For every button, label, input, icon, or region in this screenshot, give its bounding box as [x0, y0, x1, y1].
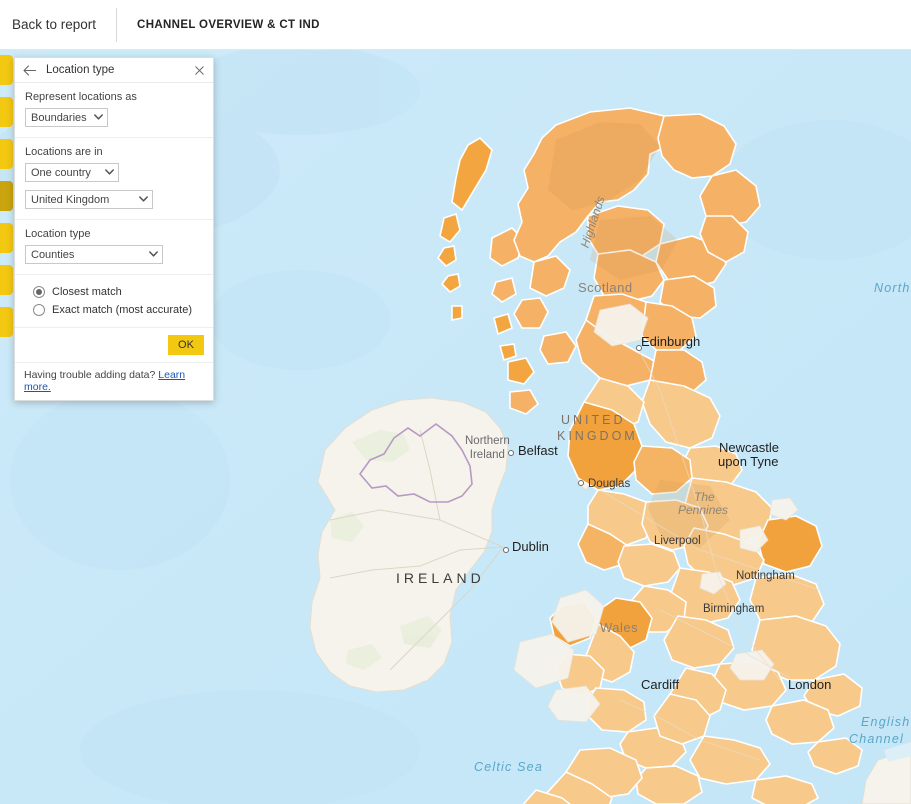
app-header: Back to report CHANNEL OVERVIEW & CT IND [0, 0, 911, 50]
match-option-label: Closest match [52, 286, 122, 298]
header-divider [116, 7, 118, 42]
chevron-down-icon [139, 195, 148, 204]
chevron-down-icon [93, 113, 103, 122]
represent-locations-value: Boundaries [31, 111, 87, 124]
locations-scope-select[interactable]: One country [25, 163, 119, 182]
visual-tab-4[interactable] [0, 181, 13, 211]
chevron-down-icon [105, 168, 114, 177]
back-to-report-button[interactable]: Back to report [0, 0, 112, 50]
visual-tab-1[interactable] [0, 55, 13, 85]
visual-tab-2[interactable] [0, 97, 13, 127]
radio-icon [33, 304, 45, 316]
dialog-footer: Having trouble adding data? Learn more. [15, 363, 213, 400]
city-marker-icon [636, 345, 642, 351]
location-type-section: Location type Counties [15, 220, 213, 275]
chevron-down-icon [149, 250, 158, 259]
ok-button[interactable]: OK [168, 335, 204, 355]
dialog-actions: OK [15, 328, 213, 363]
city-marker-icon [503, 547, 509, 553]
close-icon[interactable] [192, 63, 206, 77]
match-option-label: Exact match (most accurate) [52, 304, 192, 316]
match-mode-radio-group: Closest match Exact match (most accurate) [15, 275, 213, 328]
locations-in-label: Locations are in [25, 146, 103, 158]
city-marker-icon [578, 480, 584, 486]
represent-locations-select[interactable]: Boundaries [25, 108, 108, 127]
country-select[interactable]: United Kingdom [25, 190, 153, 209]
locations-scope-value: One country [31, 166, 91, 179]
location-type-label: Location type [25, 228, 91, 240]
visual-tab-5[interactable] [0, 223, 13, 253]
location-type-select[interactable]: Counties [25, 245, 163, 264]
visual-tab-6[interactable] [0, 265, 13, 295]
arrow-left-icon[interactable] [22, 63, 37, 78]
match-option-2[interactable]: Exact match (most accurate) [33, 304, 203, 316]
dialog-title: Location type [46, 64, 115, 76]
powerbi-map-page: Back to report CHANNEL OVERVIEW & CT IND [0, 0, 911, 804]
footer-text: Having trouble adding data? [24, 369, 156, 381]
radio-icon [33, 286, 45, 298]
dialog-header: Location type [15, 58, 213, 83]
visual-tab-3[interactable] [0, 139, 13, 169]
represent-locations-label: Represent locations as [25, 91, 137, 103]
left-visual-tabs [0, 55, 13, 345]
match-option-1[interactable]: Closest match [33, 286, 203, 298]
visual-tab-7[interactable] [0, 307, 13, 337]
location-type-dialog: Location type Represent locations as Bou… [14, 57, 214, 401]
represent-locations-section: Represent locations as Boundaries [15, 83, 213, 138]
location-type-value: Counties [31, 248, 75, 261]
locations-in-section: Locations are in One country United King… [15, 138, 213, 220]
page-title: CHANNEL OVERVIEW & CT IND [137, 18, 320, 31]
country-value: United Kingdom [31, 193, 110, 206]
city-marker-icon [508, 450, 514, 456]
